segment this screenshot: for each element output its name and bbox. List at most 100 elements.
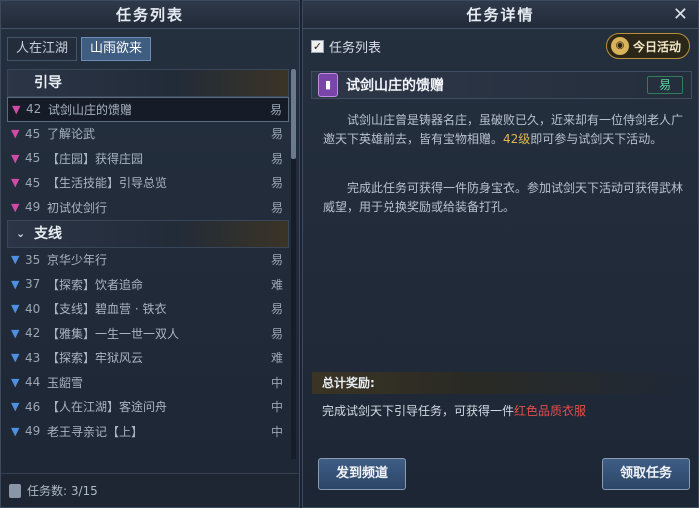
quest-row[interactable]: ▼ 49 初试仗剑行 易 (7, 195, 289, 220)
panel-title: 任务列表 (1, 1, 299, 29)
reward-item[interactable]: 红色品质衣服 (514, 404, 586, 418)
quest-difficulty: 易 (270, 151, 283, 166)
quest-name: 了解论武 (47, 127, 96, 142)
quest-difficulty: 难 (270, 277, 283, 292)
side-quest-chevron-icon: ▼ (11, 302, 20, 316)
main-quest-chevron-icon: ▼ (11, 151, 20, 165)
quest-difficulty: 中 (270, 424, 283, 439)
quest-level: 37 (25, 277, 41, 292)
reward-desc: 完成试剑天下引导任务，可获得一件 (322, 404, 515, 418)
quest-level: 45 (25, 151, 41, 166)
side-quest-chevron-icon: ▼ (11, 253, 20, 267)
quest-difficulty: 易 (270, 302, 283, 317)
quest-difficulty: 易 (270, 200, 283, 215)
quest-description: 试剑山庄曾是铸器名庄，虽破败已久，近来却有一位侍剑老人广邀天下英雄前去，皆有宝物… (323, 111, 685, 149)
quest-list-panel: 任务列表 人在江湖 山雨欲来 引导 ▼ 42 试剑山庄的馈赠易 ▼ 45 了解论武易 ▼ 45… (0, 0, 300, 508)
level-highlight: 42级 (503, 132, 531, 146)
section-header-side[interactable]: ⌄ 支线 (7, 219, 289, 248)
panel-title: 任务详情 (303, 1, 698, 29)
quest-row[interactable]: ▼ 45 【生活技能】引导总览 易 (7, 171, 289, 196)
quest-name: 京华少年行 (47, 253, 108, 268)
quest-difficulty: 中 (270, 400, 283, 415)
checkbox-label: 任务列表 (329, 41, 382, 56)
quest-level: 43 (25, 350, 41, 365)
quest-level: 45 (25, 175, 41, 190)
chevron-down-icon: ⌄ (16, 226, 26, 240)
quest-level: 46 (25, 399, 41, 414)
side-quest-chevron-icon: ▼ (11, 277, 20, 291)
scroll-icon (9, 483, 21, 498)
quest-name: 【人在江湖】客途问舟 (47, 400, 168, 415)
side-quest-chevron-icon: ▼ (11, 326, 20, 340)
quest-row[interactable]: ▼ 45 【庄园】获得庄园 易 (7, 146, 289, 171)
quest-difficulty: 易 (270, 176, 283, 191)
quest-level: 49 (25, 200, 41, 215)
quest-name: 【探索】牢狱风云 (47, 351, 144, 366)
desc-text: 即可参与试剑天下活动。 (530, 132, 663, 146)
main-quest-chevron-icon: ▼ (11, 200, 20, 214)
quest-difficulty: 易 (269, 102, 282, 117)
quest-difficulty: 易 (270, 326, 283, 341)
main-quest-chevron-icon: ▼ (12, 102, 21, 116)
quest-count: 任务数: 3/15 (27, 484, 98, 498)
reward-text: 完成试剑天下引导任务，可获得一件红色品质衣服 (322, 402, 586, 419)
quest-level: 42 (25, 326, 41, 341)
scroll-thumb[interactable] (291, 69, 296, 159)
sun-icon: ◉ (610, 37, 629, 55)
quest-title: 试剑山庄的馈赠 (346, 78, 444, 94)
quest-level: 35 (25, 252, 41, 267)
quest-level: 44 (25, 375, 41, 390)
difficulty-badge: 易 (647, 76, 683, 94)
quest-level: 49 (25, 424, 41, 439)
section-header-guide[interactable]: 引导 (7, 69, 289, 97)
section-title: 支线 (34, 225, 62, 242)
quest-name: 【生活技能】引导总览 (47, 176, 168, 191)
quest-name: 【雅集】一生一世一双人 (47, 326, 180, 341)
quest-name: 玉龆雪 (47, 375, 84, 390)
quest-row[interactable]: ▼ 37 【探索】饮者追命 难 (7, 272, 289, 297)
reward-header: 总计奖励: (312, 372, 691, 394)
quest-row[interactable]: ▼ 45 了解论武 易 (7, 122, 289, 147)
quest-name: 试剑山庄的馈赠 (48, 102, 133, 117)
side-quest-chevron-icon: ▼ (11, 424, 20, 438)
side-quest-chevron-icon: ▼ (11, 400, 20, 414)
quest-difficulty: 易 (270, 253, 283, 268)
quest-row[interactable]: ▼ 49 老王寻亲记【上】 中 (7, 419, 289, 444)
quest-reward-description: 完成此任务可获得一件防身宝衣。参加试剑天下活动可获得武林威望，用于兑换奖励或给装… (323, 181, 684, 214)
quest-name: 【支线】碧血营 · 铁衣 (47, 302, 167, 317)
close-icon[interactable]: ✕ (673, 4, 688, 25)
quest-name: 老王寻亲记【上】 (47, 424, 144, 439)
quest-difficulty: 中 (270, 375, 283, 390)
quest-level: 42 (26, 102, 42, 117)
quest-row[interactable]: ▼ 44 玉龆雪 中 (7, 370, 289, 395)
tab-storm-coming[interactable]: 山雨欲来 (81, 37, 152, 61)
quest-row[interactable]: ▼ 46 【人在江湖】客途问舟 中 (7, 395, 289, 420)
tab-people-in-jianghu[interactable]: 人在江湖 (7, 37, 78, 61)
quest-row[interactable]: ▼ 42 【雅集】一生一世一双人 易 (7, 321, 289, 346)
section-title: 引导 (34, 75, 62, 91)
today-label: 今日活动 (632, 39, 681, 54)
quest-name: 【庄园】获得庄园 (47, 151, 144, 166)
main-quest-chevron-icon: ▼ (11, 176, 20, 190)
quest-level: 40 (25, 301, 41, 316)
quest-row[interactable]: ▼ 43 【探索】牢狱风云 难 (7, 346, 289, 371)
quest-row[interactable]: ▼ 42 试剑山庄的馈赠 易 (7, 97, 289, 122)
quest-list-toggle[interactable]: ✓ 任务列表 (311, 37, 381, 56)
quest-scroll-icon: ▮ (318, 73, 338, 97)
main-quest-chevron-icon: ▼ (11, 127, 20, 141)
quest-detail-panel: 任务详情 ✕ ✓ 任务列表 ◉ 今日活动 ▮ 试剑山庄的馈赠 易 试剑山庄曾是铸… (302, 0, 699, 508)
quest-name: 初试仗剑行 (47, 200, 108, 215)
checkbox[interactable]: ✓ (311, 40, 324, 53)
send-to-channel-button[interactable]: 发到频道 (318, 458, 406, 490)
today-activity-button[interactable]: ◉ 今日活动 (605, 33, 690, 59)
side-quest-chevron-icon: ▼ (11, 375, 20, 389)
quest-count-bar: 任务数: 3/15 (1, 473, 299, 507)
quest-row[interactable]: ▼ 35 京华少年行 易 (7, 248, 289, 273)
side-quest-chevron-icon: ▼ (11, 351, 20, 365)
scrollbar[interactable] (291, 69, 296, 459)
quest-level: 45 (25, 126, 41, 141)
quest-list: 引导 ▼ 42 试剑山庄的馈赠易 ▼ 45 了解论武易 ▼ 45 【庄园】获得庄园易 ▼ 45 【生活… (7, 69, 289, 444)
quest-row[interactable]: ▼ 40 【支线】碧血营 · 铁衣 易 (7, 297, 289, 322)
accept-quest-button[interactable]: 领取任务 (602, 458, 690, 490)
quest-difficulty: 难 (270, 351, 283, 366)
